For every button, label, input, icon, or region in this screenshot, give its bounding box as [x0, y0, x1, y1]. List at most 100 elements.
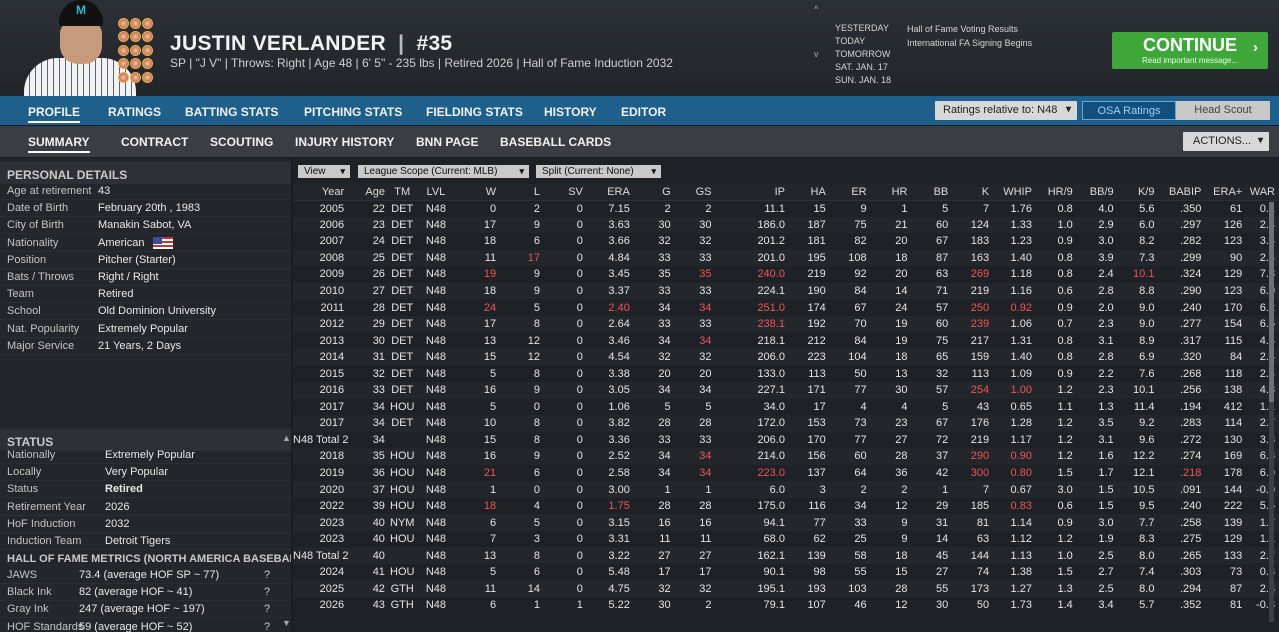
table-row[interactable]: 2024 41 HOU N48 5 6 0 5.48 17 17 90.1 98 55 15 27 74 1.3…: [293, 564, 1279, 581]
head-scout-toggle[interactable]: Head Scout: [1176, 101, 1270, 120]
tab-bnn-page[interactable]: BNN PAGE: [416, 135, 478, 149]
column-header[interactable]: ERA+: [1205, 184, 1247, 201]
table-cell: 1.2: [1035, 415, 1077, 432]
osa-ratings-toggle[interactable]: OSA Ratings: [1082, 101, 1176, 120]
table-row[interactable]: N48 Total 202340N4813803.222727162.11395…: [293, 547, 1279, 565]
table-cell: 0.8: [1057, 334, 1073, 347]
column-header[interactable]: HR/9: [1035, 184, 1077, 201]
tab-profile[interactable]: PROFILE: [28, 105, 81, 123]
table-row[interactable]: 2010 27 DET N48 18 9 0 3.37 33 33 224.1 190 84 14 71 21…: [293, 282, 1279, 300]
table-row[interactable]: 2015 32 DET N48 5 8 0 3.38 20 20 133.0 113 50 13 32 113…: [293, 365, 1279, 382]
column-header[interactable]: BABIP: [1158, 184, 1206, 201]
table-cell: 2: [829, 481, 871, 498]
date-sat[interactable]: SAT. JAN. 17: [835, 61, 891, 74]
table-row[interactable]: 2014 31 DET N48 15 12 0 4.54 32 32 206.0 223 104 18 65…: [293, 348, 1279, 366]
event-hof-voting[interactable]: Hall of Fame Voting Results: [907, 22, 1032, 36]
help-icon[interactable]: ?: [264, 603, 270, 615]
column-header[interactable]: L: [500, 184, 545, 201]
column-header[interactable]: Age: [348, 184, 389, 201]
view-dropdown[interactable]: View ▾: [298, 165, 350, 178]
column-header[interactable]: WAR: [1246, 184, 1279, 201]
table-row[interactable]: 2013 30 DET N48 13 12 0 3.46 34 34 218.1 212 84 19 75 2…: [293, 332, 1279, 349]
column-header[interactable]: ER: [829, 184, 871, 201]
tab-injury-history[interactable]: INJURY HISTORY: [295, 135, 394, 149]
column-header[interactable]: HR: [870, 184, 912, 201]
column-header[interactable]: SV: [544, 184, 587, 201]
table-row[interactable]: 2026 43 GTH N48 6 1 1 5.22 30 2 79.1 107 46 12 30 50 1.7…: [293, 597, 1279, 614]
table-row[interactable]: 2011 28 DET N48 24 5 0 2.40 34 34 251.0 174 67 24 57 25…: [293, 299, 1279, 316]
column-header[interactable]: K/9: [1117, 184, 1159, 201]
league-scope-dropdown[interactable]: League Scope (Current: MLB) ▾: [358, 165, 529, 178]
column-header[interactable]: G: [633, 184, 675, 201]
table-cell: 1.14: [993, 514, 1036, 531]
tab-summary[interactable]: SUMMARY: [28, 135, 90, 153]
tab-batting-stats[interactable]: BATTING STATS: [185, 105, 278, 119]
table-row[interactable]: 2020 37 HOU N48 1 0 0 3.00 1 1 6.0 3 2 2 1 7 0.67 3.0 1.5 1…: [293, 481, 1279, 498]
continue-button[interactable]: CONTINUE Read important message... ›: [1112, 32, 1268, 69]
table-row[interactable]: 2017 34 HOU N48 5 0 0 1.06 5 5 34.0 17 4 4 5 43 0.65 1.1 1…: [293, 399, 1279, 416]
tab-scouting[interactable]: SCOUTING: [210, 135, 273, 149]
column-header[interactable]: BB/9: [1076, 184, 1118, 201]
personal-detail-row: Position Pitcher (Starter): [0, 252, 291, 269]
tab-fielding-stats[interactable]: FIELDING STATS: [426, 105, 523, 119]
table-cell: 2012: [293, 315, 349, 333]
table-row[interactable]: 2023 40 HOU N48 7 3 0 3.31 11 11 68.0 62 25 9 14 63 1.12…: [293, 531, 1279, 548]
calendar-up-icon[interactable]: ^: [814, 4, 818, 14]
table-row[interactable]: 2017 34 DET N48 10 8 0 3.82 28 28 172.0 153 73 23 67 17…: [293, 415, 1279, 432]
table-row[interactable]: 2022 39 HOU N48 18 4 0 1.75 28 28 175.0 116 34 12 29 18…: [293, 498, 1279, 515]
table-cell: 33: [674, 249, 716, 267]
tab-contract[interactable]: CONTRACT: [121, 135, 188, 149]
table-cell: 126: [1205, 216, 1247, 234]
column-header[interactable]: K: [952, 184, 994, 201]
table-cell: 43: [976, 400, 990, 413]
date-yesterday[interactable]: YESTERDAY: [835, 22, 891, 35]
table-cell: 0: [576, 367, 583, 380]
table-row[interactable]: 2009 26 DET N48 19 9 0 3.45 35 35 240.0 219 92 20 63 26…: [293, 266, 1279, 283]
column-header[interactable]: GS: [674, 184, 716, 201]
table-row[interactable]: 2025 42 GTH N48 11 14 0 4.75 32 32 195.1 193 103 28 55…: [293, 580, 1279, 598]
help-icon[interactable]: ?: [264, 621, 270, 632]
calendar-down-icon[interactable]: v: [814, 49, 819, 59]
column-header[interactable]: Year: [293, 184, 349, 201]
column-header[interactable]: HA: [788, 184, 830, 201]
tab-pitching-stats[interactable]: PITCHING STATS: [304, 105, 402, 119]
column-header[interactable]: IP: [715, 184, 789, 201]
column-header[interactable]: TM: [388, 184, 420, 201]
help-icon[interactable]: ?: [264, 586, 270, 598]
table-cell: 9: [500, 382, 545, 399]
table-row[interactable]: 2007 24 DET N48 18 6 0 3.66 32 32 201.2 181 82 20 67 18…: [293, 233, 1279, 250]
actions-label: ACTIONS...: [1193, 135, 1252, 147]
column-header[interactable]: BB: [911, 184, 953, 201]
status-value: Detroit Tigers: [105, 535, 171, 547]
table-row[interactable]: 2023 40 NYM N48 6 5 0 3.15 16 16 94.1 77 33 9 31 81 1.14…: [293, 514, 1279, 531]
column-header[interactable]: LVL: [419, 184, 457, 201]
table-row[interactable]: N48 Total 2017 34 N48 15 8 0 3.36 33 33 206.0 170 7…: [293, 432, 1279, 449]
ratings-relative-select[interactable]: Ratings relative to: N48 ▾: [935, 101, 1077, 120]
column-header[interactable]: ERA: [586, 184, 634, 201]
table-row[interactable]: 2018 35 HOU N48 16 9 0 2.52 34 34 214.0 156 60 28 37 29…: [293, 448, 1279, 465]
table-row[interactable]: 2019 36 HOU N48 21 6 0 2.58 34 34 223.0 137 64 36 42 30…: [293, 465, 1279, 482]
table-row[interactable]: 2012 29 DET N48 17 8 0 2.64 33 33 238.1 192 70 19 60 23…: [293, 315, 1279, 333]
table-cell: 5: [942, 400, 949, 413]
event-intl-fa[interactable]: International FA Signing Begins: [907, 36, 1032, 50]
scroll-down-icon[interactable]: ▼: [282, 618, 291, 628]
tab-baseball-cards[interactable]: BASEBALL CARDS: [500, 135, 611, 149]
help-icon[interactable]: ?: [264, 569, 270, 581]
date-sun[interactable]: SUN. JAN. 18: [835, 74, 891, 87]
actions-dropdown[interactable]: ACTIONS... ▾: [1183, 132, 1269, 151]
date-tomorrow[interactable]: TOMORROW: [835, 48, 891, 61]
table-scrollbar[interactable]: [1269, 202, 1274, 622]
table-row[interactable]: 2005 22 DET N48 0 2 0 7.15 2 2 11.1 15 9 1 5 7 1.76 0.8 4.…: [293, 200, 1279, 217]
scroll-up-icon[interactable]: ▲: [282, 433, 291, 443]
date-today[interactable]: TODAY: [835, 35, 891, 48]
tab-editor[interactable]: EDITOR: [621, 105, 666, 119]
table-row[interactable]: 2008 25 DET N48 11 17 0 4.84 33 33 201.0 195 108 18 87…: [293, 249, 1279, 267]
split-dropdown[interactable]: Split (Current: None) ▾: [536, 165, 661, 178]
column-header[interactable]: WHIP: [993, 184, 1036, 201]
column-header[interactable]: W: [456, 184, 501, 201]
table-row[interactable]: 2016 33 DET N48 16 9 0 3.05 34 34 227.1 171 77 30 57 25…: [293, 382, 1279, 399]
tab-ratings[interactable]: RATINGS: [108, 105, 161, 119]
table-cell: 46: [854, 599, 867, 612]
tab-history[interactable]: HISTORY: [544, 105, 597, 119]
table-row[interactable]: 2006 23 DET N48 17 9 0 3.63 30 30 186.0 187 75 21 60 12…: [293, 216, 1279, 234]
